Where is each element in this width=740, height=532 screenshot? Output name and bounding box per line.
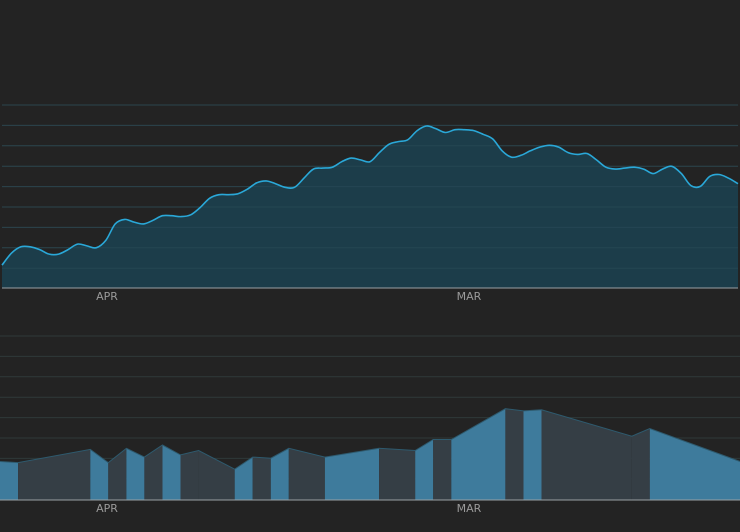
- chart-2-segments: [0, 408, 740, 500]
- chart-2-area-segment: [433, 439, 452, 500]
- chart-2: APR MAR: [0, 335, 740, 515]
- chart-2-area-segment: [180, 450, 199, 500]
- chart-2-area-segment: [90, 449, 109, 500]
- chart-2-area-segment: [270, 448, 289, 500]
- chart-2-area-segment: [505, 408, 524, 500]
- chart-2-area-segment: [523, 409, 542, 500]
- chart-2-area-segment: [252, 457, 271, 500]
- chart-2-area-segment: [0, 461, 19, 500]
- chart-1-x-tick-label: MAR: [457, 290, 482, 303]
- chart-canvas: APR MAR APR MAR: [0, 0, 740, 532]
- chart-2-x-tick-label: MAR: [457, 502, 482, 515]
- chart-2-area-segment: [631, 428, 650, 500]
- chart-2-area-segment: [144, 445, 163, 500]
- chart-1-x-tick-label: APR: [96, 290, 118, 303]
- chart-1: APR MAR: [1, 104, 739, 303]
- chart-2-area-segment: [379, 448, 416, 500]
- charts-svg: APR MAR APR MAR: [0, 104, 740, 515]
- chart-2-area-segment: [649, 428, 740, 500]
- chart-2-area-segment: [18, 449, 91, 500]
- chart-2-area-segment: [451, 408, 506, 500]
- chart-2-x-tick-label: APR: [96, 502, 118, 515]
